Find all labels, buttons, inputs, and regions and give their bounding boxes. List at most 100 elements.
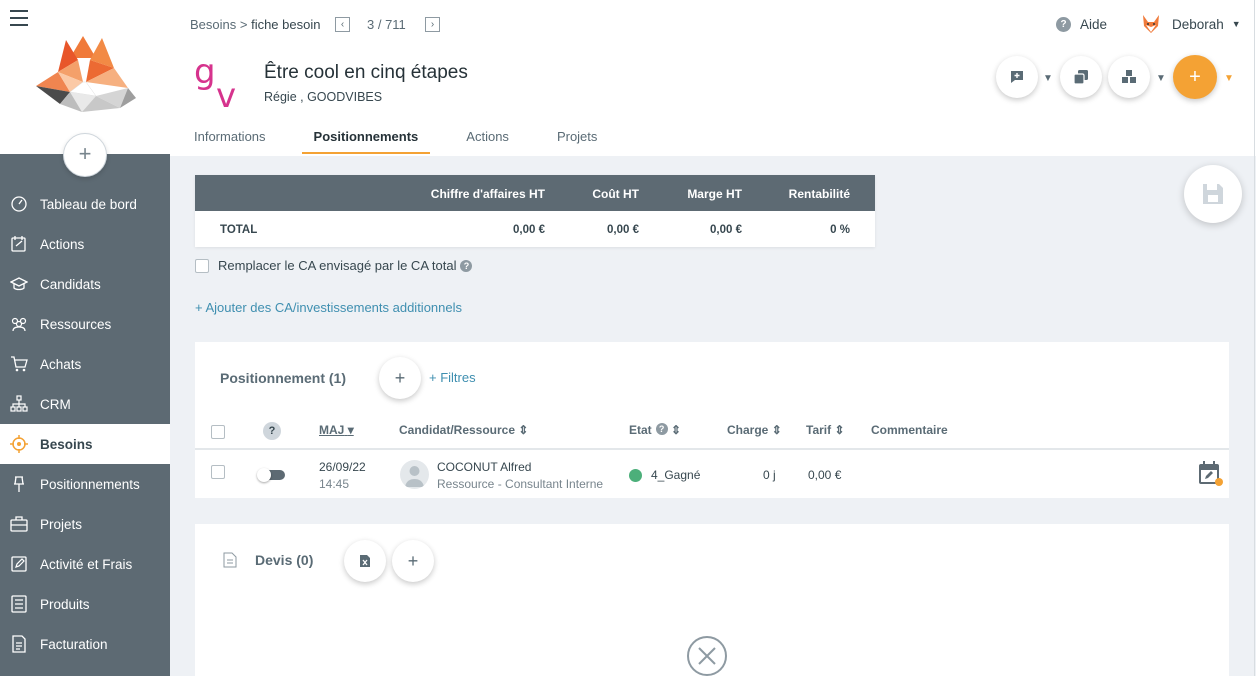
tab-actions[interactable]: Actions [454, 120, 521, 154]
add-additional-ca-link[interactable]: + Ajouter des CA/investissements additio… [195, 300, 462, 315]
dashboard-icon [11, 196, 27, 212]
replace-ca-option[interactable]: Remplacer le CA envisagé par le CA total… [195, 258, 473, 273]
col-charge-label: Charge [727, 423, 769, 437]
col-rentabilite: Rentabilité [788, 187, 850, 201]
filters-link[interactable]: + Filtres [429, 370, 476, 385]
breadcrumb-root[interactable]: Besoins [190, 17, 236, 32]
add-button[interactable]: + [1173, 55, 1217, 99]
summary-total-row: TOTAL 0,00 € 0,00 € 0,00 € 0 % [195, 211, 875, 247]
comment-button[interactable] [996, 56, 1038, 98]
col-marge: Marge HT [687, 187, 742, 201]
chevron-down-icon: ▼ [1231, 19, 1241, 29]
sidebar-item-label: Positionnements [40, 476, 140, 492]
svg-text:g: g [194, 57, 216, 92]
row-toggle[interactable] [257, 468, 287, 482]
row-checkbox[interactable] [211, 465, 225, 479]
col-etat[interactable]: Etat? ⇕ [629, 423, 681, 437]
pager-text: 3 / 711 [367, 17, 406, 32]
save-button[interactable] [1184, 165, 1242, 223]
col-etat-label: Etat [629, 423, 652, 437]
table-row[interactable]: 26/09/22 14:45 COCONUT Alfred Ressource … [195, 452, 1229, 498]
document-icon [223, 552, 237, 568]
sidebar-item-label: Tableau de bord [40, 196, 137, 212]
help-icon[interactable]: ? [460, 259, 473, 272]
export-devis-button[interactable] [344, 540, 386, 582]
positionnement-card: Positionnement (1) + + Filtres ? MAJ ▾ C… [195, 342, 1229, 498]
list-icon [11, 595, 27, 613]
row-tarif: 0,00 € [808, 468, 842, 482]
sidebar-item-activite-et-frais[interactable]: Activité et Frais [0, 544, 170, 584]
duplicate-button[interactable] [1060, 56, 1102, 98]
sidebar-add-button[interactable]: + [63, 133, 107, 177]
sidebar-item-tableau-de-bord[interactable]: Tableau de bord [0, 184, 170, 224]
sidebar-item-ressources[interactable]: Ressources [0, 304, 170, 344]
replace-ca-checkbox[interactable] [195, 258, 209, 273]
total-label: TOTAL [220, 224, 258, 236]
pager-next-button[interactable]: › [425, 17, 440, 32]
sidebar-header [0, 0, 170, 154]
sort-icon: ⇕ [671, 423, 682, 437]
help-icon[interactable]: ? [655, 423, 668, 435]
pager-prev-button[interactable]: ‹ [335, 17, 350, 32]
tab-projets[interactable]: Projets [545, 120, 609, 154]
col-commentaire: Commentaire [871, 423, 948, 437]
status-dot [629, 469, 642, 482]
briefcase-icon [10, 516, 28, 532]
row-etat: 4_Gagné [651, 468, 701, 482]
total-cout: 0,00 € [607, 224, 639, 236]
edit-icon [11, 556, 27, 572]
user-menu[interactable]: Deborah ▼ [1140, 13, 1241, 35]
add-dropdown-caret[interactable]: ▼ [1224, 73, 1234, 84]
tab-positionnements[interactable]: Positionnements [301, 120, 431, 154]
sidebar-item-achats[interactable]: Achats [0, 344, 170, 384]
total-marge: 0,00 € [710, 224, 742, 236]
company-logo: g v [194, 57, 236, 111]
sidebar-item-candidats[interactable]: Candidats [0, 264, 170, 304]
positionnement-table-header: ? MAJ ▾ Candidat/Ressource ⇕ Etat? ⇕ Cha… [195, 414, 1229, 450]
add-devis-button[interactable]: + [392, 540, 434, 582]
tab-informations[interactable]: Informations [182, 120, 278, 154]
svg-text:v: v [216, 76, 236, 111]
sidebar-item-crm[interactable]: CRM [0, 384, 170, 424]
sidebar-item-label: Facturation [40, 636, 108, 652]
sidebar-item-facturation[interactable]: Facturation [0, 624, 170, 664]
sidebar-item-label: Projets [40, 516, 83, 532]
cubes-icon [1122, 70, 1136, 83]
sidebar-item-actions[interactable]: Actions [0, 224, 170, 264]
sidebar-item-label: CRM [40, 396, 71, 412]
help-icon[interactable]: ? [263, 422, 281, 440]
hamburger-icon[interactable] [10, 10, 28, 26]
modules-dropdown-caret[interactable]: ▼ [1156, 73, 1166, 84]
select-all-checkbox[interactable] [211, 425, 225, 439]
help-label: Aide [1080, 17, 1108, 32]
row-candidate-name[interactable]: COCONUT Alfred [437, 460, 531, 474]
copy-icon [1073, 70, 1088, 85]
modules-button[interactable] [1108, 56, 1150, 98]
col-charge[interactable]: Charge ⇕ [727, 423, 782, 437]
col-candidat[interactable]: Candidat/Ressource ⇕ [399, 423, 528, 437]
sidebar-item-produits[interactable]: Produits [0, 584, 170, 624]
sidebar-item-label: Besoins [40, 436, 93, 452]
invoice-icon [12, 635, 26, 653]
sidebar-item-projets[interactable]: Projets [0, 504, 170, 544]
breadcrumb: Besoins > fiche besoin [190, 17, 320, 32]
col-tarif[interactable]: Tarif ⇕ [806, 423, 845, 437]
col-maj[interactable]: MAJ ▾ [319, 423, 354, 437]
devis-title: Devis (0) [255, 552, 314, 568]
sort-desc-icon: ▾ [347, 423, 354, 437]
devis-card: Devis (0) + [195, 524, 1229, 676]
summary-header-row: Chiffre d'affaires HT Coût HT Marge HT R… [195, 175, 875, 211]
financial-summary-table: Chiffre d'affaires HT Coût HT Marge HT R… [195, 175, 875, 247]
help-link[interactable]: ? Aide [1056, 17, 1107, 32]
sidebar-item-positionnements[interactable]: Positionnements [0, 464, 170, 504]
calendar-edit-icon[interactable] [1198, 460, 1224, 488]
comment-dropdown-caret[interactable]: ▼ [1043, 73, 1053, 84]
window-edge [1254, 0, 1255, 676]
sitemap-icon [10, 395, 28, 412]
sidebar-item-besoins[interactable]: Besoins [0, 424, 170, 464]
sidebar-nav: Tableau de bord Actions Candidats Ressou… [0, 184, 170, 664]
add-positionnement-button[interactable]: + [379, 357, 421, 399]
col-maj-label: MAJ [319, 423, 345, 437]
cart-icon [11, 356, 28, 372]
sidebar-item-label: Achats [40, 356, 82, 372]
